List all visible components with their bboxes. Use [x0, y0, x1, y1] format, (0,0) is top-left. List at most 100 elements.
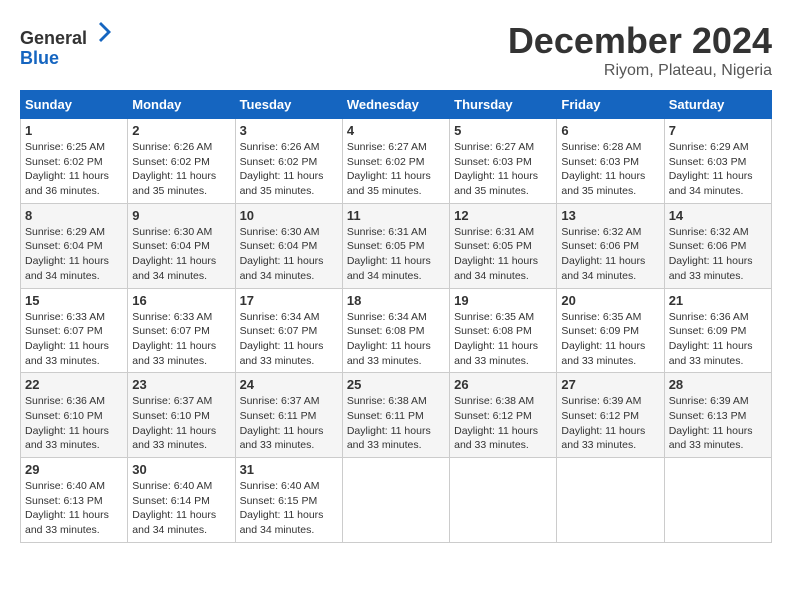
header-day-wednesday: Wednesday [342, 91, 449, 119]
day-cell: 4 Sunrise: 6:27 AM Sunset: 6:02 PM Daylig… [342, 119, 449, 204]
day-info: Sunrise: 6:40 AM Sunset: 6:13 PM Dayligh… [25, 479, 123, 538]
day-cell: 28 Sunrise: 6:39 AM Sunset: 6:13 PM Dayli… [664, 373, 771, 458]
day-cell: 21Sunrise: 6:36 AM Sunset: 6:09 PM Dayli… [664, 288, 771, 373]
day-info: Sunrise: 6:27 AM Sunset: 6:02 PM Dayligh… [347, 140, 445, 199]
day-number: 18 [347, 293, 445, 308]
day-number: 12 [454, 208, 552, 223]
day-number: 9 [132, 208, 230, 223]
day-cell: 1 Sunrise: 6:25 AM Sunset: 6:02 PM Daylig… [21, 119, 128, 204]
header-day-sunday: Sunday [21, 91, 128, 119]
day-number: 21 [669, 293, 767, 308]
day-info: Sunrise: 6:29 AM Sunset: 6:04 PM Dayligh… [25, 225, 123, 284]
day-number: 1 [25, 123, 123, 138]
day-cell [342, 458, 449, 543]
day-number: 6 [561, 123, 659, 138]
week-row-2: 8Sunrise: 6:29 AM Sunset: 6:04 PM Daylig… [21, 203, 772, 288]
day-info: Sunrise: 6:28 AM Sunset: 6:03 PM Dayligh… [561, 140, 659, 199]
day-info: Sunrise: 6:40 AM Sunset: 6:15 PM Dayligh… [240, 479, 338, 538]
day-number: 25 [347, 377, 445, 392]
day-cell: 5Sunrise: 6:27 AM Sunset: 6:03 PM Daylig… [450, 119, 557, 204]
logo-general-text: General [20, 28, 87, 48]
day-info: Sunrise: 6:36 AM Sunset: 6:10 PM Dayligh… [25, 394, 123, 453]
day-info: Sunrise: 6:30 AM Sunset: 6:04 PM Dayligh… [132, 225, 230, 284]
day-info: Sunrise: 6:39 AM Sunset: 6:13 PM Dayligh… [669, 394, 767, 453]
day-number: 10 [240, 208, 338, 223]
day-cell: 2 Sunrise: 6:26 AM Sunset: 6:02 PM Daylig… [128, 119, 235, 204]
day-cell: 25 Sunrise: 6:38 AM Sunset: 6:11 PM Dayli… [342, 373, 449, 458]
day-cell: 13 Sunrise: 6:32 AM Sunset: 6:06 PM Dayli… [557, 203, 664, 288]
day-number: 7 [669, 123, 767, 138]
day-cell: 17Sunrise: 6:34 AM Sunset: 6:07 PM Dayli… [235, 288, 342, 373]
day-cell: 19Sunrise: 6:35 AM Sunset: 6:08 PM Dayli… [450, 288, 557, 373]
header-row: SundayMondayTuesdayWednesdayThursdayFrid… [21, 91, 772, 119]
day-number: 30 [132, 462, 230, 477]
day-info: Sunrise: 6:40 AM Sunset: 6:14 PM Dayligh… [132, 479, 230, 538]
day-cell: 27 Sunrise: 6:39 AM Sunset: 6:12 PM Dayli… [557, 373, 664, 458]
logo-icon [89, 20, 113, 44]
day-number: 15 [25, 293, 123, 308]
day-info: Sunrise: 6:30 AM Sunset: 6:04 PM Dayligh… [240, 225, 338, 284]
day-info: Sunrise: 6:26 AM Sunset: 6:02 PM Dayligh… [132, 140, 230, 199]
day-info: Sunrise: 6:34 AM Sunset: 6:07 PM Dayligh… [240, 310, 338, 369]
day-cell: 7 Sunrise: 6:29 AM Sunset: 6:03 PM Daylig… [664, 119, 771, 204]
day-number: 14 [669, 208, 767, 223]
day-cell: 8Sunrise: 6:29 AM Sunset: 6:04 PM Daylig… [21, 203, 128, 288]
day-info: Sunrise: 6:29 AM Sunset: 6:03 PM Dayligh… [669, 140, 767, 199]
day-cell: 9 Sunrise: 6:30 AM Sunset: 6:04 PM Daylig… [128, 203, 235, 288]
day-number: 20 [561, 293, 659, 308]
logo-blue-text: Blue [20, 48, 59, 68]
day-info: Sunrise: 6:33 AM Sunset: 6:07 PM Dayligh… [25, 310, 123, 369]
day-info: Sunrise: 6:39 AM Sunset: 6:12 PM Dayligh… [561, 394, 659, 453]
day-cell: 26 Sunrise: 6:38 AM Sunset: 6:12 PM Dayli… [450, 373, 557, 458]
day-info: Sunrise: 6:38 AM Sunset: 6:12 PM Dayligh… [454, 394, 552, 453]
month-title: December 2024 [508, 20, 772, 62]
day-number: 31 [240, 462, 338, 477]
day-number: 11 [347, 208, 445, 223]
day-number: 16 [132, 293, 230, 308]
day-number: 27 [561, 377, 659, 392]
day-cell: 6 Sunrise: 6:28 AM Sunset: 6:03 PM Daylig… [557, 119, 664, 204]
day-info: Sunrise: 6:37 AM Sunset: 6:11 PM Dayligh… [240, 394, 338, 453]
day-number: 19 [454, 293, 552, 308]
day-number: 23 [132, 377, 230, 392]
day-number: 2 [132, 123, 230, 138]
day-cell: 16 Sunrise: 6:33 AM Sunset: 6:07 PM Dayli… [128, 288, 235, 373]
day-number: 28 [669, 377, 767, 392]
week-row-4: 22Sunrise: 6:36 AM Sunset: 6:10 PM Dayli… [21, 373, 772, 458]
day-number: 13 [561, 208, 659, 223]
day-number: 26 [454, 377, 552, 392]
day-cell: 18Sunrise: 6:34 AM Sunset: 6:08 PM Dayli… [342, 288, 449, 373]
day-info: Sunrise: 6:26 AM Sunset: 6:02 PM Dayligh… [240, 140, 338, 199]
day-info: Sunrise: 6:25 AM Sunset: 6:02 PM Dayligh… [25, 140, 123, 199]
day-info: Sunrise: 6:32 AM Sunset: 6:06 PM Dayligh… [669, 225, 767, 284]
day-cell: 20Sunrise: 6:35 AM Sunset: 6:09 PM Dayli… [557, 288, 664, 373]
day-number: 29 [25, 462, 123, 477]
day-info: Sunrise: 6:31 AM Sunset: 6:05 PM Dayligh… [454, 225, 552, 284]
day-cell: 15 Sunrise: 6:33 AM Sunset: 6:07 PM Dayli… [21, 288, 128, 373]
calendar: SundayMondayTuesdayWednesdayThursdayFrid… [20, 90, 772, 543]
header-day-saturday: Saturday [664, 91, 771, 119]
header-day-monday: Monday [128, 91, 235, 119]
day-cell: 14 Sunrise: 6:32 AM Sunset: 6:06 PM Dayli… [664, 203, 771, 288]
day-cell: 31 Sunrise: 6:40 AM Sunset: 6:15 PM Dayli… [235, 458, 342, 543]
day-cell: 10 Sunrise: 6:30 AM Sunset: 6:04 PM Dayli… [235, 203, 342, 288]
day-info: Sunrise: 6:32 AM Sunset: 6:06 PM Dayligh… [561, 225, 659, 284]
location: Riyom, Plateau, Nigeria [508, 62, 772, 80]
header-day-thursday: Thursday [450, 91, 557, 119]
week-row-3: 15 Sunrise: 6:33 AM Sunset: 6:07 PM Dayli… [21, 288, 772, 373]
day-cell: 30 Sunrise: 6:40 AM Sunset: 6:14 PM Dayli… [128, 458, 235, 543]
day-info: Sunrise: 6:31 AM Sunset: 6:05 PM Dayligh… [347, 225, 445, 284]
day-number: 4 [347, 123, 445, 138]
week-row-5: 29 Sunrise: 6:40 AM Sunset: 6:13 PM Dayli… [21, 458, 772, 543]
day-cell: 29 Sunrise: 6:40 AM Sunset: 6:13 PM Dayli… [21, 458, 128, 543]
day-cell [450, 458, 557, 543]
day-info: Sunrise: 6:33 AM Sunset: 6:07 PM Dayligh… [132, 310, 230, 369]
day-info: Sunrise: 6:38 AM Sunset: 6:11 PM Dayligh… [347, 394, 445, 453]
day-cell [557, 458, 664, 543]
day-cell: 22Sunrise: 6:36 AM Sunset: 6:10 PM Dayli… [21, 373, 128, 458]
day-cell: 24Sunrise: 6:37 AM Sunset: 6:11 PM Dayli… [235, 373, 342, 458]
day-cell: 12 Sunrise: 6:31 AM Sunset: 6:05 PM Dayli… [450, 203, 557, 288]
logo: General Blue [20, 20, 113, 69]
header: General Blue December 2024 Riyom, Platea… [20, 20, 772, 80]
day-number: 5 [454, 123, 552, 138]
